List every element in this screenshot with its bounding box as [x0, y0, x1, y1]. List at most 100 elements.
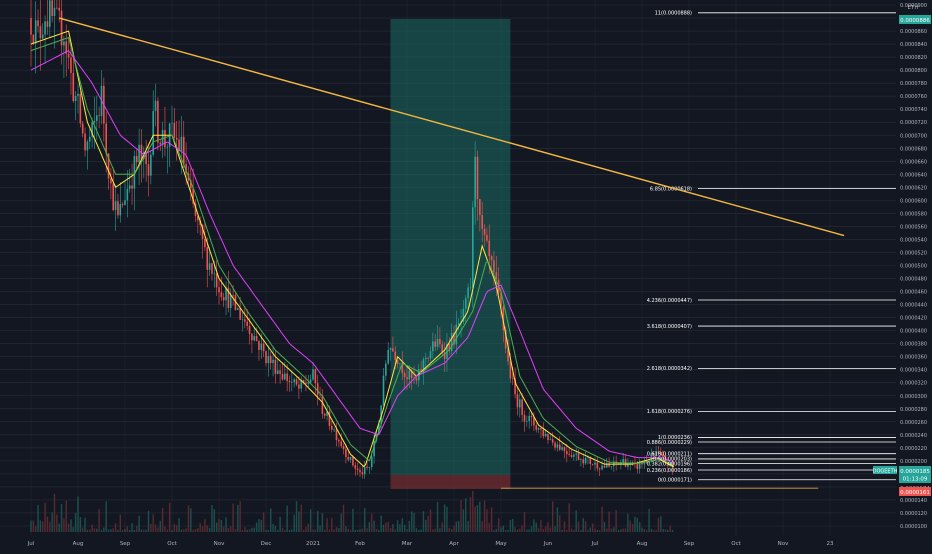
volume-bar [622, 528, 624, 532]
candle-body [636, 463, 639, 469]
y-tick-label: 0.0000220 [900, 446, 927, 452]
price-chart[interactable]: 11(0.0000888)6.85(0.0000618)4.236(0.0000… [0, 0, 932, 550]
candle-body [208, 263, 211, 270]
volume-bar [46, 516, 49, 532]
volume-bar [255, 522, 258, 532]
volume-bar [559, 515, 561, 532]
volume-bar [121, 529, 124, 532]
volume-bar [403, 524, 406, 532]
candle-body [305, 382, 307, 384]
candle-body [251, 333, 253, 341]
candle-body [591, 463, 594, 465]
candle-body [575, 453, 577, 455]
candle-body [429, 351, 432, 359]
x-tick-label: 23 [827, 541, 834, 547]
candle-body [323, 413, 326, 416]
volume-bar [178, 518, 180, 532]
candle-body [598, 468, 601, 470]
volume-bar [603, 522, 606, 532]
y-tick-label: 0.0000100 [900, 524, 927, 530]
volume-bar [521, 525, 523, 532]
candle-body [232, 295, 234, 296]
chart-root[interactable]: 11(0.0000888) 6.85(0.0000618) 4.236(0.0000… [0, 0, 932, 550]
candle-body [67, 53, 70, 58]
volume-bar [293, 514, 295, 532]
candle-body [425, 357, 427, 360]
candle-body [321, 395, 324, 414]
volume-bar [655, 529, 657, 532]
volume-bar [535, 522, 537, 532]
volume-bar [450, 529, 453, 532]
volume-bar [620, 529, 622, 532]
volume-bar [215, 522, 218, 532]
candle-body [291, 381, 293, 383]
volume-bar [516, 529, 519, 532]
candle-body [387, 349, 389, 364]
volume-bar [552, 501, 554, 532]
highlight-zone [390, 19, 511, 489]
candle-body [276, 370, 279, 374]
y-tick-label: 0.0000520 [900, 250, 927, 256]
volume-bar [561, 529, 563, 532]
volume-bar [394, 529, 396, 532]
volume-bar [453, 525, 455, 532]
volume-bar [488, 522, 490, 532]
candle-body [382, 375, 385, 406]
volume-bar [157, 527, 159, 532]
volume-bar [364, 508, 366, 532]
y-tick-label: 0.0000500 [900, 264, 927, 270]
volume-bar [208, 527, 211, 532]
volume-bar [213, 509, 215, 532]
candle-body [544, 433, 547, 437]
y-tick-label: 0.0000480 [900, 277, 927, 283]
volume-bar [380, 515, 382, 532]
candle-body [566, 451, 568, 455]
volume-bar [648, 509, 650, 532]
volume-bar [220, 520, 223, 532]
volume-bar [105, 501, 107, 532]
y-tick-label: 0.0000900 [900, 3, 927, 9]
y-tick-label: 0.0000820 [900, 55, 927, 61]
volume-bar [375, 528, 378, 532]
volume-bar [406, 528, 408, 532]
volume-bar [314, 529, 317, 532]
volume-bar [246, 529, 248, 532]
volume-bar [356, 529, 359, 532]
volume-bar [51, 512, 53, 532]
candle-body [269, 355, 272, 364]
candle-body [389, 348, 392, 350]
candle-body [112, 183, 115, 211]
candle-body [279, 370, 281, 374]
y-tick-label: 0.0000400 [900, 329, 927, 335]
candle-body [551, 439, 554, 443]
volume-bar [133, 529, 136, 532]
fib-level-label: 4.236(0.0000447) [647, 298, 692, 304]
volume-bar [667, 529, 669, 532]
candle-body [319, 394, 321, 396]
volume-bar [568, 503, 570, 532]
volume-bar [204, 519, 206, 532]
y-tick-label: 0.0000280 [900, 407, 927, 413]
candle-body [272, 359, 274, 364]
volume-bar [164, 526, 166, 532]
volume-bar [432, 529, 434, 532]
volume-bar [497, 518, 500, 532]
volume-bar [67, 523, 70, 532]
candle-body [77, 93, 79, 96]
x-tick-label: Dec [261, 541, 272, 547]
volume-bar [288, 529, 291, 532]
candle-body [474, 156, 476, 208]
volume-bar [100, 529, 103, 532]
volume-bar [232, 503, 234, 532]
y-tick-label: 0.0000640 [900, 172, 927, 178]
candle-body [370, 456, 373, 468]
candle-body [516, 394, 519, 408]
candle-body [610, 466, 613, 467]
candle-body [265, 351, 267, 364]
candle-body [44, 21, 46, 35]
fib-level-label: 0.382(0.0000196) [647, 461, 692, 467]
candle-body [41, 34, 44, 39]
volume-bar [439, 528, 441, 532]
volume-bar [265, 529, 267, 532]
volume-bar [427, 515, 429, 532]
